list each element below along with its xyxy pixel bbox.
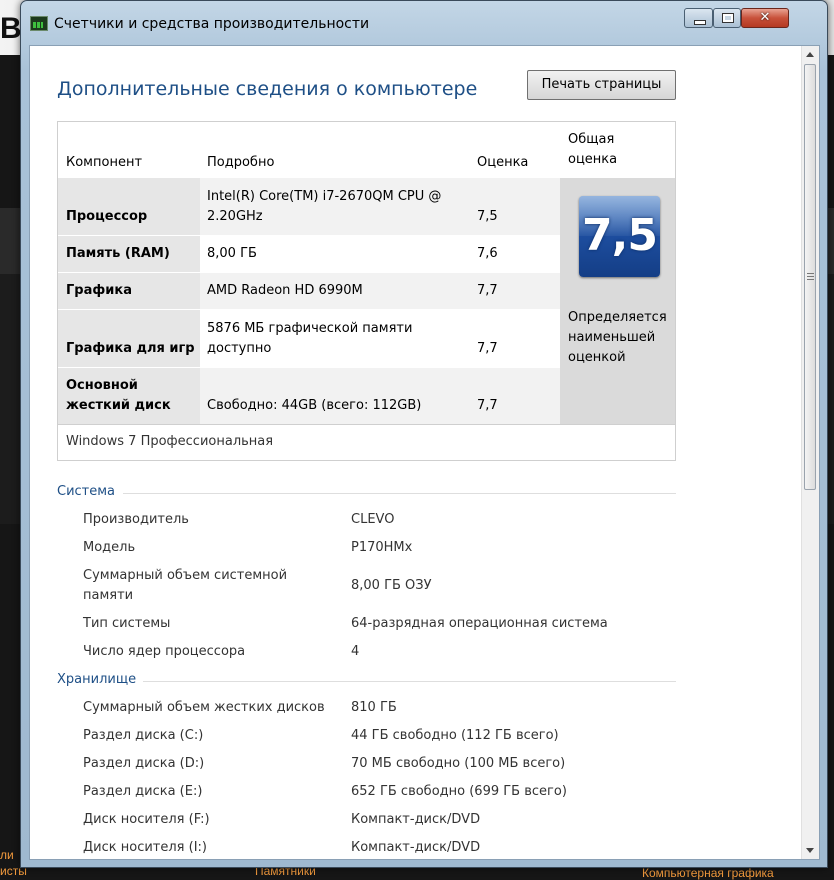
- system-value: 8,00 ГБ ОЗУ: [351, 578, 432, 593]
- background-link[interactable]: ли: [0, 848, 14, 862]
- score-cell: 7,7: [470, 273, 560, 309]
- storage-value: Компакт-диск/DVD: [351, 840, 481, 855]
- system-value: P170HMx: [351, 540, 413, 555]
- header-score: Оценка: [477, 155, 529, 170]
- performance-window: Счетчики и средства производительности ✕…: [20, 0, 828, 868]
- system-label: Тип системы: [83, 616, 171, 631]
- table-row: Основной жесткий диск Свободно: 44GB (вс…: [58, 368, 560, 424]
- storage-label: Раздел диска (E:): [83, 784, 203, 799]
- storage-value: 652 ГБ свободно (699 ГБ всего): [351, 784, 567, 799]
- page-title: Дополнительные сведения о компьютере: [57, 78, 478, 100]
- print-page-button[interactable]: Печать страницы: [527, 70, 676, 100]
- window-title: Счетчики и средства производительности: [54, 16, 370, 32]
- storage-label: Раздел диска (D:): [83, 756, 205, 771]
- scroll-down-icon[interactable]: [806, 848, 814, 853]
- table-row: Графика AMD Radeon HD 6990M 7,7: [58, 273, 560, 309]
- table-row: Память (RAM) 8,00 ГБ 7,6: [58, 236, 560, 272]
- component-cell: Память (RAM): [58, 236, 200, 272]
- details-cell: Intel(R) Core(TM) i7-2670QM CPU @ 2.20GH…: [200, 178, 470, 235]
- background-logo: B: [0, 12, 22, 45]
- system-label: Число ядер процессора: [83, 644, 246, 659]
- component-cell: Основной жесткий диск: [58, 368, 200, 424]
- table-row: Процессор Intel(R) Core(TM) i7-2670QM CP…: [58, 178, 560, 235]
- system-value: CLEVO: [351, 512, 395, 527]
- score-cell: 7,7: [477, 341, 498, 356]
- storage-label: Суммарный объем жестких дисков: [83, 700, 325, 715]
- details-cell: AMD Radeon HD 6990M: [200, 273, 470, 309]
- storage-label: Диск носителя (I:): [83, 840, 207, 855]
- grip-icon: [807, 273, 814, 280]
- storage-value: 810 ГБ: [351, 700, 397, 715]
- details-cell: Свободно: 44GB (всего: 112GB): [200, 368, 470, 424]
- overall-score-panel: 7,5 Определяется наименьшей оценкой: [560, 178, 675, 424]
- score-cell: 7,6: [477, 246, 498, 261]
- table-row: Графика для игр 5876 МБ графической памя…: [58, 310, 560, 367]
- scroll-up-icon[interactable]: [806, 52, 814, 57]
- header-component: Компонент: [66, 155, 143, 170]
- os-edition: Windows 7 Профессиональная: [66, 434, 274, 449]
- score-cell: 7,5: [470, 178, 560, 235]
- score-cell: 7,7: [470, 368, 560, 424]
- maximize-button[interactable]: [713, 8, 741, 28]
- close-button[interactable]: ✕: [741, 8, 789, 28]
- header-overall: Общая оценка: [568, 132, 618, 167]
- system-value: 4: [351, 644, 360, 659]
- storage-label: Диск носителя (F:): [83, 812, 210, 827]
- section-divider: [143, 681, 676, 682]
- system-label: Производитель: [83, 512, 189, 527]
- score-badge: 7,5: [579, 196, 660, 277]
- details-cell: 8,00 ГБ: [207, 246, 257, 261]
- details-cell: 5876 МБ графической памяти доступно: [207, 321, 413, 356]
- performance-app-icon: [30, 16, 48, 31]
- overall-score-note: Определяется наименьшей оценкой: [568, 310, 667, 365]
- storage-section-title: Хранилище: [57, 672, 137, 687]
- storage-value: Компакт-диск/DVD: [351, 812, 481, 827]
- component-cell: Графика: [58, 273, 200, 309]
- client-area: Дополнительные сведения о компьютере Печ…: [29, 45, 820, 860]
- storage-label: Раздел диска (C:): [83, 728, 204, 743]
- minimize-button[interactable]: [684, 8, 713, 28]
- header-details: Подробно: [207, 155, 275, 170]
- close-icon: ✕: [759, 10, 771, 25]
- system-value: 64-разрядная операционная система: [351, 616, 608, 631]
- overall-score-value: 7,5: [582, 210, 658, 261]
- component-cell: Графика для игр: [58, 310, 200, 367]
- vertical-scrollbar[interactable]: [801, 46, 819, 859]
- storage-value: 70 МБ свободно (100 МБ всего): [351, 756, 566, 771]
- system-label: Модель: [83, 540, 136, 555]
- system-label: Суммарный объем системной памяти: [83, 568, 288, 603]
- section-divider: [123, 493, 676, 494]
- os-divider: [58, 424, 675, 425]
- system-section-title: Система: [57, 484, 116, 499]
- minimize-icon: [694, 20, 706, 25]
- storage-value: 44 ГБ свободно (112 ГБ всего): [351, 728, 559, 743]
- maximize-icon: [722, 13, 734, 23]
- component-cell: Процессор: [58, 178, 200, 235]
- scores-table: Компонент Подробно Оценка Общая оценка П…: [57, 121, 676, 461]
- scroll-thumb[interactable]: [804, 64, 816, 490]
- title-bar[interactable]: Счетчики и средства производительности ✕: [21, 1, 827, 37]
